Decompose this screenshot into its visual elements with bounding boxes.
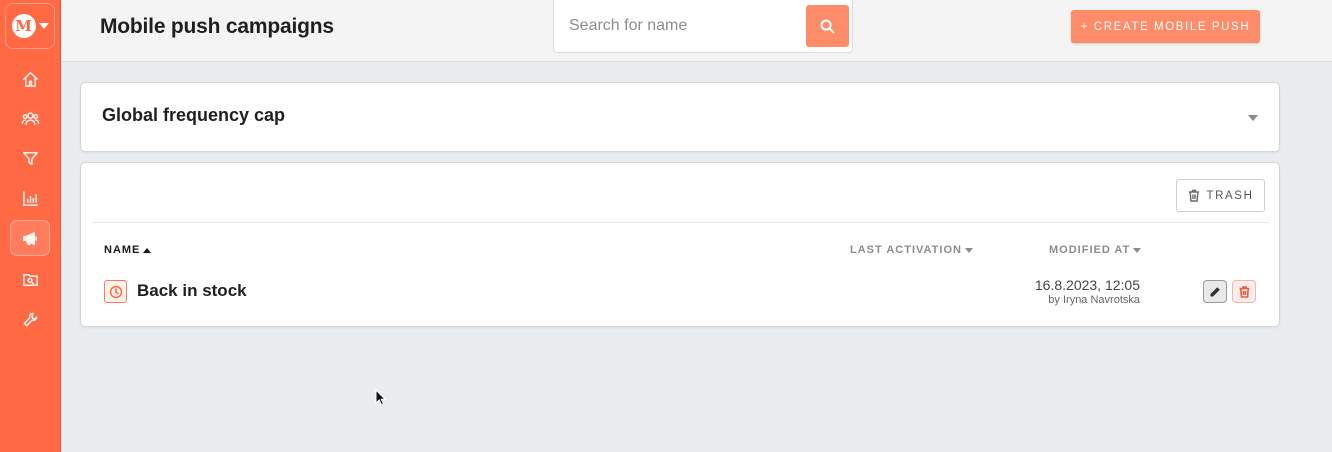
clock-icon (109, 285, 122, 298)
edit-button[interactable] (1203, 280, 1227, 303)
wrench-icon (23, 312, 37, 326)
bar-chart-icon (22, 190, 38, 206)
campaign-name-link[interactable]: Back in stock (137, 281, 247, 301)
sidebar-item-analytics[interactable] (10, 180, 50, 216)
megaphone-icon (22, 231, 37, 245)
sidebar-item-home[interactable] (10, 61, 50, 97)
search-box (553, 0, 853, 53)
column-header-last-activation[interactable]: LAST ACTIVATION (850, 244, 973, 256)
column-header-name[interactable]: NAME (104, 244, 152, 256)
modified-date: 16.8.2023, 12:05 (1034, 277, 1140, 293)
trash-icon (1188, 189, 1199, 202)
top-header: Mobile push campaigns + CREATE MOBILE PU… (61, 0, 1332, 62)
sort-icon (964, 247, 973, 253)
sidebar-item-contacts[interactable] (10, 100, 50, 136)
page-title: Mobile push campaigns (100, 15, 334, 38)
trash-icon (1239, 285, 1249, 298)
search-input[interactable] (562, 8, 800, 44)
trash-button[interactable]: TRASH (1176, 179, 1265, 212)
logo-icon: M (11, 14, 36, 38)
search-button[interactable] (806, 5, 849, 47)
column-last-activation-label: LAST ACTIVATION (850, 244, 962, 256)
home-icon (22, 71, 38, 87)
sidebar-item-segments[interactable] (10, 140, 50, 176)
filter-icon (22, 151, 38, 165)
trash-button-label: TRASH (1206, 189, 1254, 202)
sidebar-item-assets[interactable] (10, 261, 50, 297)
delete-button[interactable] (1232, 280, 1256, 303)
users-icon (21, 111, 39, 125)
status-badge (104, 280, 127, 303)
sidebar-item-campaigns[interactable] (10, 220, 50, 256)
modified-by: by Iryna Navrotska (1048, 294, 1140, 306)
caret-down-icon (38, 23, 49, 29)
divider (92, 222, 1269, 223)
column-modified-at-label: MODIFIED AT (1049, 244, 1131, 256)
pencil-icon (1210, 286, 1220, 296)
create-mobile-push-button[interactable]: + CREATE MOBILE PUSH (1071, 10, 1260, 43)
sidebar: M (0, 0, 61, 452)
account-menu-button[interactable]: M (5, 3, 55, 49)
frequency-cap-title: Global frequency cap (102, 105, 286, 125)
sort-icon (1133, 247, 1142, 253)
sidebar-item-settings[interactable] (10, 301, 50, 337)
campaign-list-panel: TRASH NAME LAST ACTIVATION MODIFIED AT B… (80, 162, 1280, 327)
sort-ascending-icon (143, 247, 152, 253)
column-header-modified-at[interactable]: MODIFIED AT (1049, 244, 1142, 256)
column-name-label: NAME (104, 244, 141, 256)
frequency-cap-panel[interactable]: Global frequency cap (80, 82, 1280, 152)
cursor-icon (375, 389, 387, 406)
search-icon (820, 19, 835, 33)
search-folder-icon (22, 273, 38, 286)
chevron-down-icon[interactable] (1248, 115, 1258, 121)
